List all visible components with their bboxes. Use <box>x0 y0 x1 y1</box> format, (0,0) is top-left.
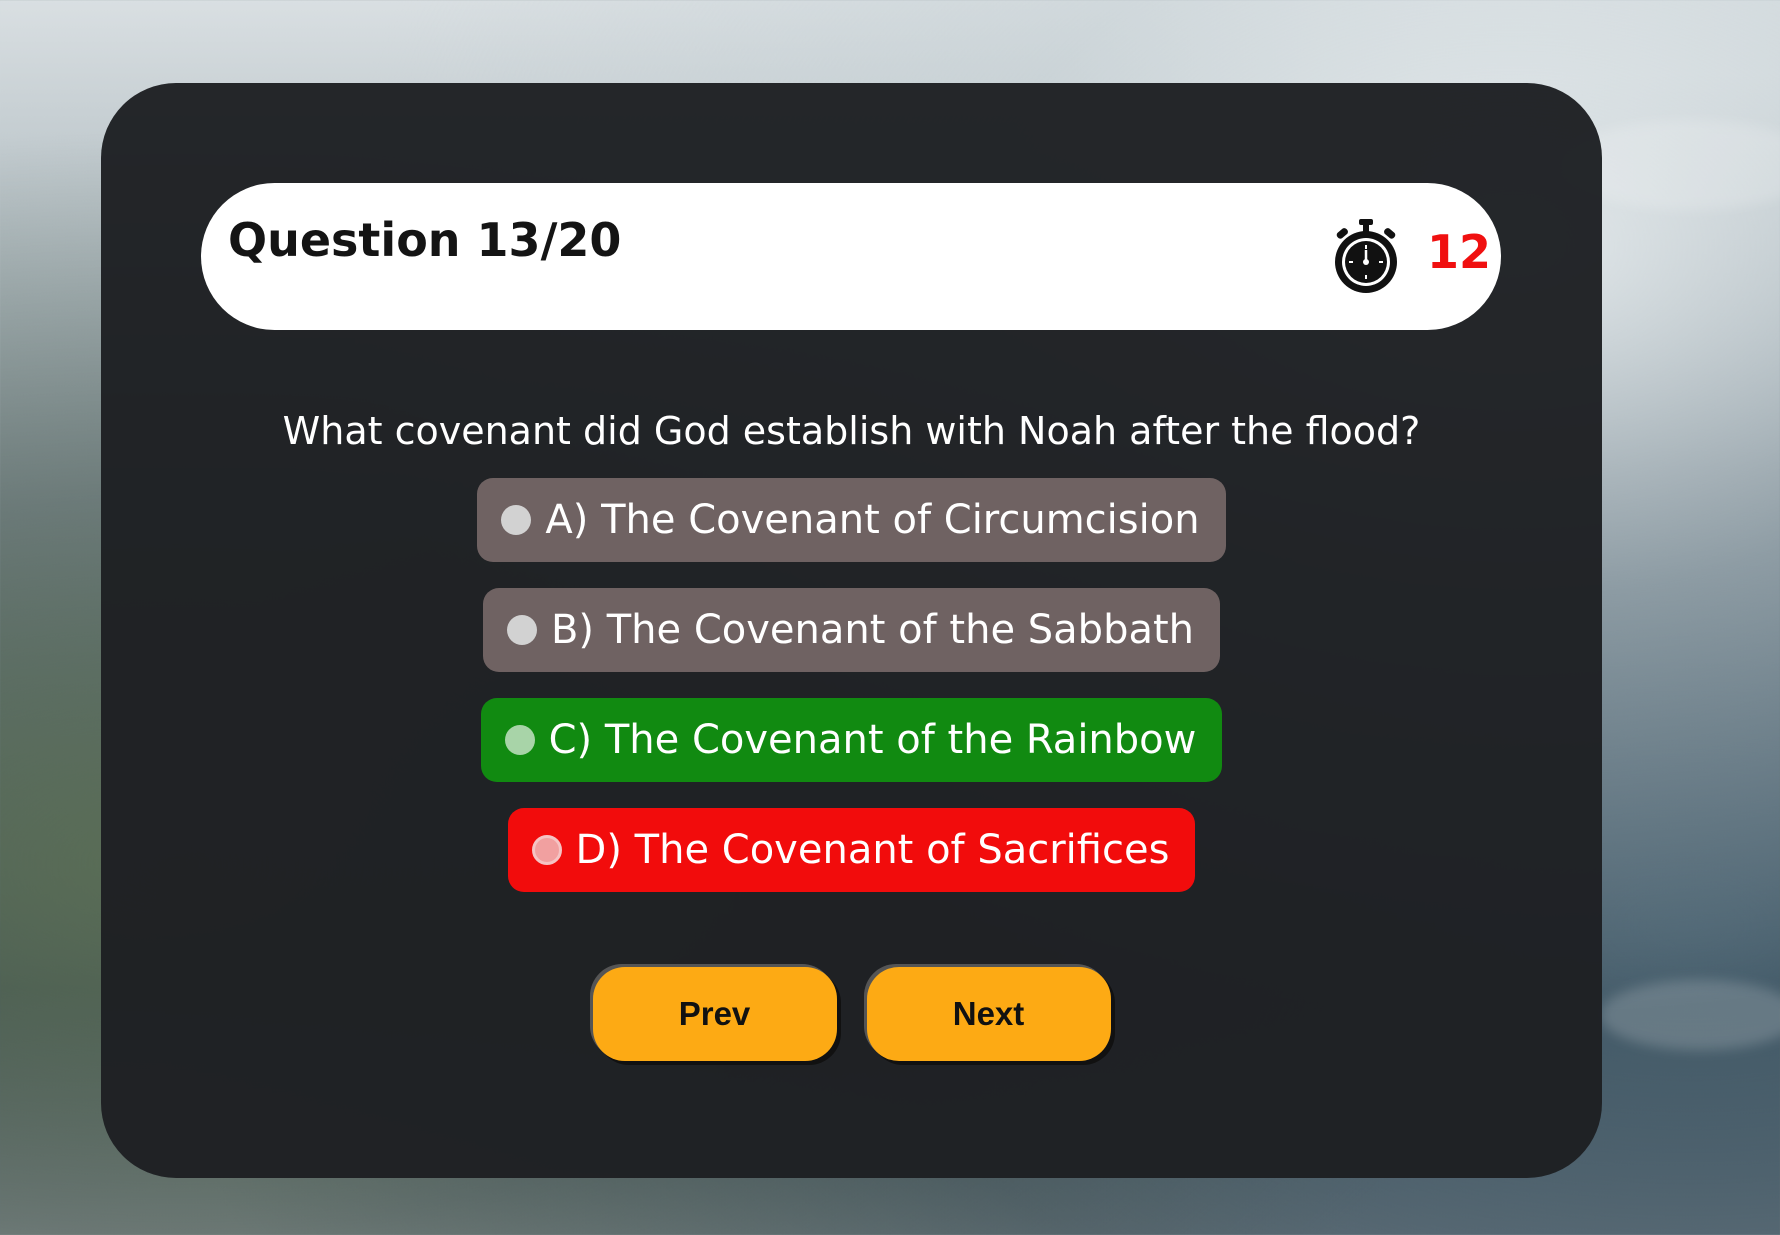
radio-icon[interactable] <box>506 615 537 645</box>
radio-icon[interactable] <box>501 505 532 535</box>
quiz-header: Question 13/20 12 <box>201 183 1501 330</box>
option-a[interactable]: A) The Covenant of Circumcision <box>477 478 1226 562</box>
answer-options: A) The Covenant of Circumcision B) The C… <box>101 478 1602 918</box>
option-d[interactable]: D) The Covenant of Sacrifices <box>507 808 1196 892</box>
option-c[interactable]: C) The Covenant of the Rainbow <box>480 698 1223 782</box>
next-button[interactable]: Next <box>866 967 1111 1061</box>
radio-icon[interactable] <box>531 835 562 865</box>
option-label: D) The Covenant of Sacrifices <box>575 827 1170 873</box>
option-label: C) The Covenant of the Rainbow <box>548 717 1197 763</box>
quiz-card: Question 13/20 12 What covenant did God … <box>101 83 1602 1178</box>
stopwatch-icon <box>1335 219 1397 293</box>
question-counter: Question 13/20 <box>228 213 622 267</box>
question-text: What covenant did God establish with Noa… <box>282 409 1421 453</box>
option-b[interactable]: B) The Covenant of the Sabbath <box>482 588 1221 672</box>
background-scenery-wave <box>1600 980 1780 1050</box>
navigation-bar: Prev Next <box>101 967 1602 1061</box>
radio-icon[interactable] <box>504 725 535 755</box>
option-label: B) The Covenant of the Sabbath <box>550 607 1195 653</box>
timer-value: 12 <box>1427 225 1492 279</box>
option-label: A) The Covenant of Circumcision <box>545 497 1200 543</box>
prev-button[interactable]: Prev <box>592 967 837 1061</box>
